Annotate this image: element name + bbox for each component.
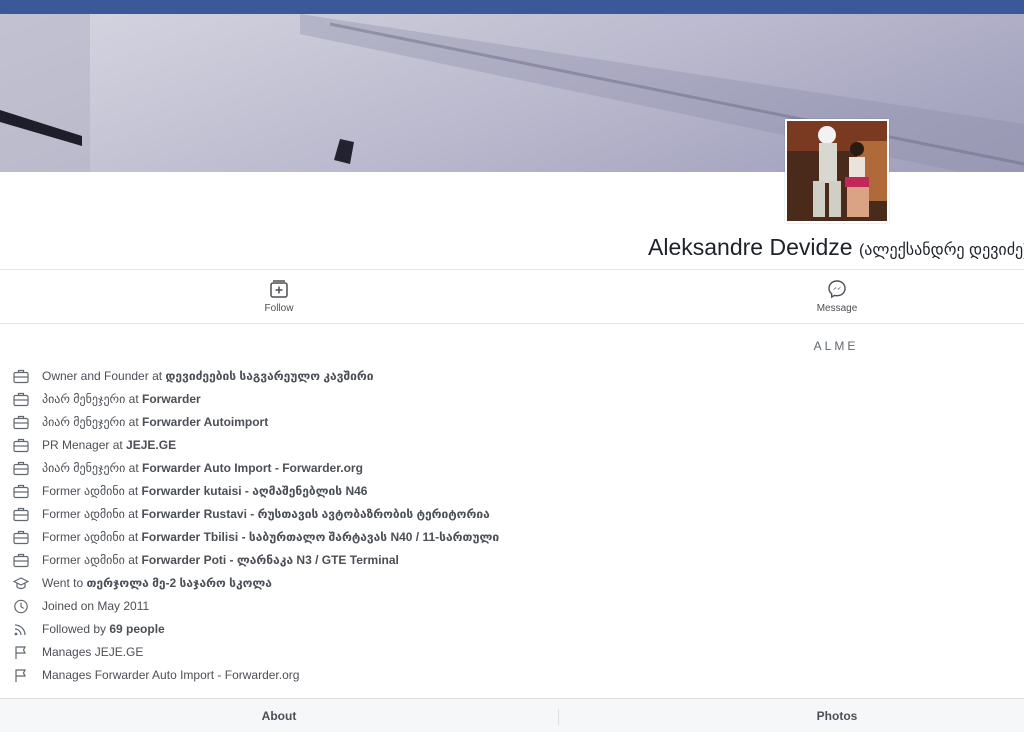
info-text-plain: Manages JEJE.GE xyxy=(42,645,144,659)
info-text: პიარ მენეჯერი at Forwarder xyxy=(42,388,201,410)
follow-icon xyxy=(270,280,288,298)
briefcase-icon xyxy=(13,369,29,384)
briefcase-icon xyxy=(13,553,29,568)
info-row: Former ადმინი at Forwarder kutaisi - აღმ… xyxy=(0,480,1024,503)
info-text: Manages JEJE.GE xyxy=(42,641,143,663)
profile-name: Aleksandre Devidze (ალექსანდრე დევიძე) xyxy=(648,232,1024,266)
info-row: პიარ მენეჯერი at Forwarder Auto Import -… xyxy=(0,457,1024,480)
briefcase-icon xyxy=(13,392,29,407)
clock-icon xyxy=(13,599,29,614)
company-label[interactable]: ALME xyxy=(786,339,886,353)
info-row: Joined on May 2011 xyxy=(0,595,1024,618)
info-text: Former ადმინი at Forwarder Tbilisi - საბ… xyxy=(42,526,499,548)
message-button[interactable]: Message xyxy=(787,279,887,314)
briefcase-icon xyxy=(13,484,29,499)
messenger-icon xyxy=(828,280,846,299)
info-text-plain: პიარ მენეჯერი at xyxy=(42,392,142,406)
info-text-link[interactable]: Forwarder Poti - ლარნაკა N3 / GTE Termin… xyxy=(142,553,399,567)
profile-name-text: Aleksandre Devidze xyxy=(648,234,853,260)
divider xyxy=(0,269,1024,270)
info-text-plain: პიარ მენეჯერი at xyxy=(42,415,142,429)
info-text-plain: Former ადმინი at xyxy=(42,553,142,567)
info-row: პიარ მენეჯერი at Forwarder Autoimport xyxy=(0,411,1024,434)
info-text-plain: Manages Forwarder Auto Import - Forwarde… xyxy=(42,668,300,682)
briefcase-icon xyxy=(13,461,29,476)
tab-divider xyxy=(558,709,559,725)
profile-tabs: About Photos xyxy=(0,698,1024,732)
info-text-plain: Former ადმინი at xyxy=(42,530,142,544)
briefcase-icon xyxy=(13,438,29,453)
info-text: Joined on May 2011 xyxy=(42,595,149,617)
info-row: Followed by 69 people xyxy=(0,618,1024,641)
message-label: Message xyxy=(816,303,858,314)
divider xyxy=(0,323,1024,324)
info-text-link[interactable]: Forwarder kutaisi - აღმაშენებლის N46 xyxy=(142,484,368,498)
info-row: Former ადმინი at Forwarder Tbilisi - საბ… xyxy=(0,526,1024,549)
info-text-link[interactable]: თერჯოლა მე-2 საჯარო სკოლა xyxy=(86,576,271,590)
graduation-cap-icon xyxy=(12,576,30,591)
info-text-link[interactable]: 69 people xyxy=(109,622,164,636)
info-row: Former ადმინი at Forwarder Rustavi - რუს… xyxy=(0,503,1024,526)
info-row: Manages JEJE.GE xyxy=(0,641,1024,664)
info-text: Former ადმინი at Forwarder Poti - ლარნაკ… xyxy=(42,549,399,571)
info-text-link[interactable]: JEJE.GE xyxy=(126,438,176,452)
info-text-link[interactable]: დევიძეების საგვარეულო კავშირი xyxy=(165,369,373,383)
info-text: Went to თერჯოლა მე-2 საჯარო სკოლა xyxy=(42,572,272,594)
info-text-plain: Joined on May 2011 xyxy=(42,599,150,613)
info-text-plain: Owner and Founder at xyxy=(42,369,166,383)
info-text: Former ადმინი at Forwarder Rustavi - რუს… xyxy=(42,503,490,525)
info-text: Owner and Founder at დევიძეების საგვარეუ… xyxy=(42,365,374,387)
info-row: Former ადმინი at Forwarder Poti - ლარნაკ… xyxy=(0,549,1024,572)
info-text-link[interactable]: Forwarder xyxy=(142,392,201,406)
rss-icon xyxy=(13,622,29,637)
info-row: PR Menager at JEJE.GE xyxy=(0,434,1024,457)
briefcase-icon xyxy=(13,530,29,545)
info-text: პიარ მენეჯერი at Forwarder Autoimport xyxy=(42,411,268,433)
info-row: Manages Forwarder Auto Import - Forwarde… xyxy=(0,664,1024,687)
info-text-link[interactable]: Forwarder Rustavi - რუსთავის ავტობაზრობი… xyxy=(142,507,490,521)
follow-label: Follow xyxy=(264,303,294,314)
info-row: Owner and Founder at დევიძეების საგვარეუ… xyxy=(0,365,1024,388)
briefcase-icon xyxy=(13,507,29,522)
info-text-plain: Former ადმინი at xyxy=(42,507,142,521)
info-text-link[interactable]: Forwarder Tbilisi - საბურთალო შარტავას N… xyxy=(142,530,500,544)
follow-button[interactable]: Follow xyxy=(229,279,329,314)
info-text-link[interactable]: Forwarder Autoimport xyxy=(142,415,268,429)
top-nav-bar xyxy=(0,0,1024,14)
info-row: Went to თერჯოლა მე-2 საჯარო სკოლა xyxy=(0,572,1024,595)
info-text-plain: PR Menager at xyxy=(42,438,127,452)
info-text-plain: Former ადმინი at xyxy=(42,484,142,498)
info-text-link[interactable]: Forwarder Auto Import - Forwarder.org xyxy=(142,461,363,475)
profile-alt-name: (ალექსანდრე დევიძე) xyxy=(858,242,1024,259)
intro-info-list: Owner and Founder at დევიძეების საგვარეუ… xyxy=(0,365,1024,687)
profile-picture[interactable] xyxy=(785,119,889,223)
info-text: PR Menager at JEJE.GE xyxy=(42,434,176,456)
info-text-plain: პიარ მენეჯერი at xyxy=(42,461,142,475)
info-text: Followed by 69 people xyxy=(42,618,165,640)
info-row: პიარ მენეჯერი at Forwarder xyxy=(0,388,1024,411)
info-text: Manages Forwarder Auto Import - Forwarde… xyxy=(42,664,299,686)
flag-icon xyxy=(13,645,29,660)
info-text-plain: Went to xyxy=(42,576,87,590)
info-text: პიარ მენეჯერი at Forwarder Auto Import -… xyxy=(42,457,363,479)
tab-photos[interactable]: Photos xyxy=(777,709,897,723)
info-text: Former ადმინი at Forwarder kutaisi - აღმ… xyxy=(42,480,367,502)
profile-picture-image xyxy=(787,121,887,221)
info-text-plain: Followed by xyxy=(42,622,110,636)
briefcase-icon xyxy=(13,415,29,430)
tab-about[interactable]: About xyxy=(219,709,339,723)
flag-icon xyxy=(13,668,29,683)
